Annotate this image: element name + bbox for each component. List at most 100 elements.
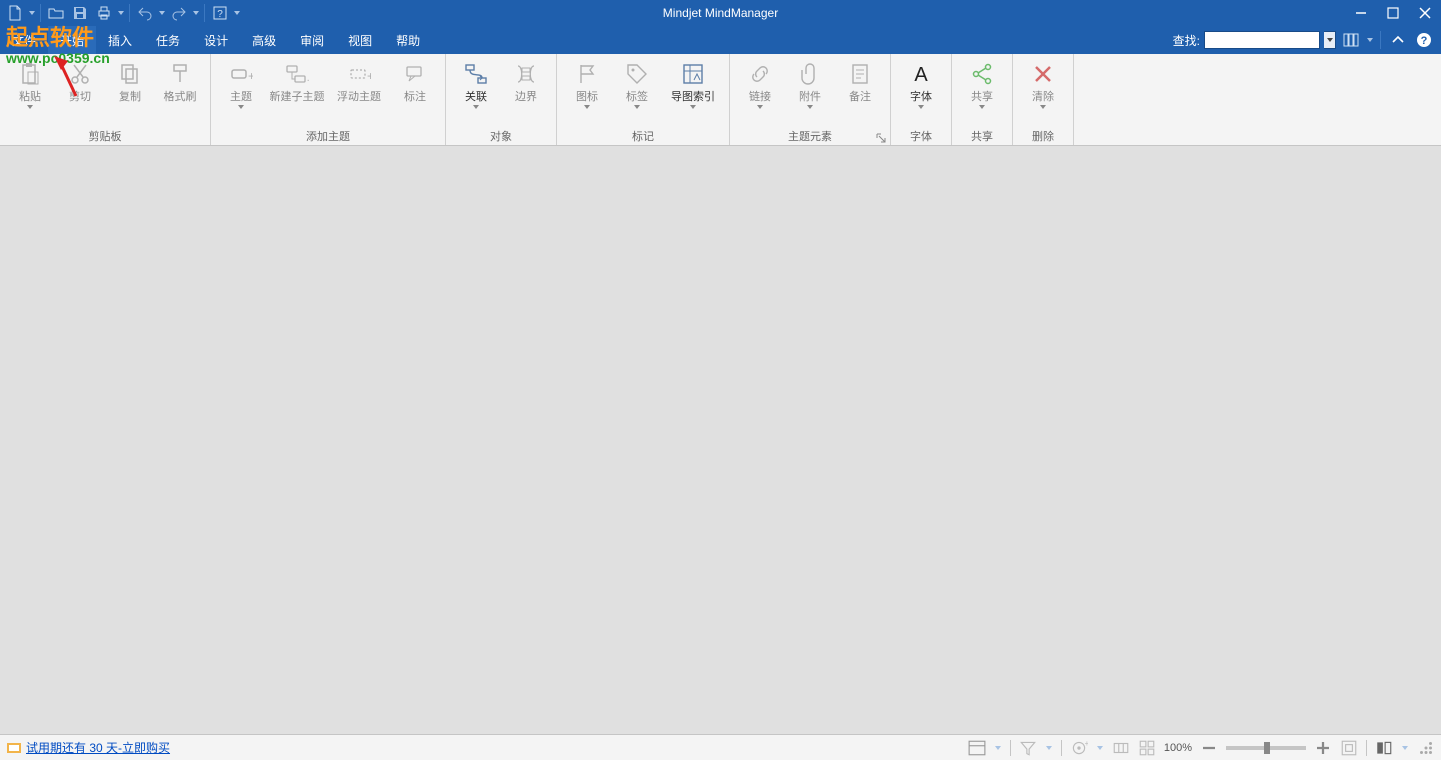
status-bar: 试用期还有 30 天-立即购买 + 100% [0, 734, 1441, 760]
callout-button[interactable]: 标注 [391, 58, 439, 104]
ribbon-group-label: 标记 [557, 127, 729, 145]
menu-design[interactable]: 设计 [192, 26, 240, 54]
map-view-icon[interactable] [1138, 739, 1156, 757]
float-topic-button[interactable]: + 浮动主题 [329, 58, 389, 104]
ribbon-group-label: 剪贴板 [0, 127, 210, 145]
copy-button[interactable]: 复制 [106, 58, 154, 104]
topic-icon: + [227, 60, 255, 88]
cut-icon [66, 60, 94, 88]
attach-button[interactable]: 附件 [786, 58, 834, 109]
filter-icon[interactable] [1019, 739, 1037, 757]
paste-icon [16, 60, 44, 88]
menubar-separator [1380, 31, 1381, 49]
resize-grip-icon [1417, 739, 1435, 757]
close-button[interactable] [1409, 0, 1441, 26]
menu-file[interactable]: 文件 [0, 26, 48, 54]
ribbon-group-label: 删除 [1013, 127, 1073, 145]
qat-print-dropdown[interactable] [117, 11, 125, 15]
quick-access-toolbar: ? [0, 2, 241, 24]
qat-separator [204, 4, 205, 22]
share-button[interactable]: 共享 [958, 58, 1006, 109]
paste-button[interactable]: 粘贴 [6, 58, 54, 109]
font-button[interactable]: A 字体 [897, 58, 945, 109]
help-icon[interactable]: ? [1413, 29, 1435, 51]
menu-advanced[interactable]: 高级 [240, 26, 288, 54]
collapse-ribbon-icon[interactable] [1387, 29, 1409, 51]
view-tab-dropdown[interactable] [994, 746, 1002, 750]
note-button[interactable]: 备注 [836, 58, 884, 104]
zoom-value[interactable]: 100% [1164, 742, 1192, 754]
zoom-in-button[interactable] [1314, 739, 1332, 757]
menu-home[interactable]: 开始 [48, 26, 96, 54]
fit-map-icon[interactable] [1340, 739, 1358, 757]
zoom-slider[interactable] [1226, 746, 1306, 750]
search-dropdown[interactable] [1324, 31, 1336, 49]
format-painter-icon [166, 60, 194, 88]
minimize-button[interactable] [1345, 0, 1377, 26]
qat-redo-icon[interactable] [168, 2, 190, 24]
map-index-icon [679, 60, 707, 88]
cut-button[interactable]: 剪切 [56, 58, 104, 104]
font-icon: A [907, 60, 935, 88]
zoom-target-dropdown[interactable] [1096, 746, 1104, 750]
subtopic-icon: + [283, 60, 311, 88]
qat-undo-dropdown[interactable] [158, 11, 166, 15]
zoom-target-icon[interactable]: + [1070, 739, 1088, 757]
relation-button[interactable]: 关联 [452, 58, 500, 109]
ribbon-group-share: 共享 共享 [952, 54, 1013, 145]
topic-button[interactable]: + 主题 [217, 58, 265, 109]
link-button[interactable]: 链接 [736, 58, 784, 109]
svg-text:+: + [307, 76, 309, 86]
ribbon-group-label: 添加主题 [211, 127, 445, 145]
qat-customize-dropdown[interactable] [233, 11, 241, 15]
qat-save-icon[interactable] [69, 2, 91, 24]
ribbon-group-clipboard: 粘贴 剪切 复制 格式刷 剪贴板 [0, 54, 211, 145]
qat-new-dropdown[interactable] [28, 11, 36, 15]
task-pane-dropdown[interactable] [1366, 38, 1374, 42]
float-topic-icon: + [345, 60, 373, 88]
boundary-button[interactable]: 边界 [502, 58, 550, 104]
tag-icon [623, 60, 651, 88]
qat-undo-icon[interactable] [134, 2, 156, 24]
task-pane-icon[interactable] [1340, 29, 1362, 51]
split-view-dropdown[interactable] [1401, 746, 1409, 750]
split-view-icon[interactable] [1375, 739, 1393, 757]
copy-icon [116, 60, 144, 88]
tag-button[interactable]: 标签 [613, 58, 661, 109]
document-canvas[interactable] [0, 146, 1441, 734]
qat-print-icon[interactable] [93, 2, 115, 24]
clear-button[interactable]: 清除 [1019, 58, 1067, 109]
qat-redo-dropdown[interactable] [192, 11, 200, 15]
callout-icon [401, 60, 429, 88]
qat-separator [129, 4, 130, 22]
dialog-launcher-icon[interactable] [876, 133, 886, 143]
icon-button[interactable]: 图标 [563, 58, 611, 109]
menu-insert[interactable]: 插入 [96, 26, 144, 54]
trial-link[interactable]: 试用期还有 30 天-立即购买 [26, 739, 170, 756]
menu-task[interactable]: 任务 [144, 26, 192, 54]
flag-icon [573, 60, 601, 88]
ribbon-group-delete: 清除 删除 [1013, 54, 1074, 145]
qat-separator [40, 4, 41, 22]
ribbon-group-addtopic: + 主题 + 新建子主题 + 浮动主题 标注 添加主题 [211, 54, 446, 145]
map-index-button[interactable]: 导图索引 [663, 58, 723, 109]
fit-view-icon[interactable] [1112, 739, 1130, 757]
filter-dropdown[interactable] [1045, 746, 1053, 750]
search-input[interactable] [1204, 31, 1320, 49]
note-icon [846, 60, 874, 88]
subtopic-button[interactable]: + 新建子主题 [267, 58, 327, 104]
menu-review[interactable]: 审阅 [288, 26, 336, 54]
svg-text:+: + [367, 69, 371, 83]
svg-text:A: A [914, 64, 928, 86]
zoom-out-button[interactable] [1200, 739, 1218, 757]
qat-help-icon[interactable]: ? [209, 2, 231, 24]
menu-help[interactable]: 帮助 [384, 26, 432, 54]
search-label: 查找: [1173, 32, 1200, 49]
menu-view[interactable]: 视图 [336, 26, 384, 54]
format-painter-button[interactable]: 格式刷 [156, 58, 204, 104]
ribbon-group-mark: 图标 标签 导图索引 标记 [557, 54, 730, 145]
maximize-button[interactable] [1377, 0, 1409, 26]
qat-open-icon[interactable] [45, 2, 67, 24]
view-tab-icon[interactable] [968, 739, 986, 757]
qat-new-icon[interactable] [4, 2, 26, 24]
